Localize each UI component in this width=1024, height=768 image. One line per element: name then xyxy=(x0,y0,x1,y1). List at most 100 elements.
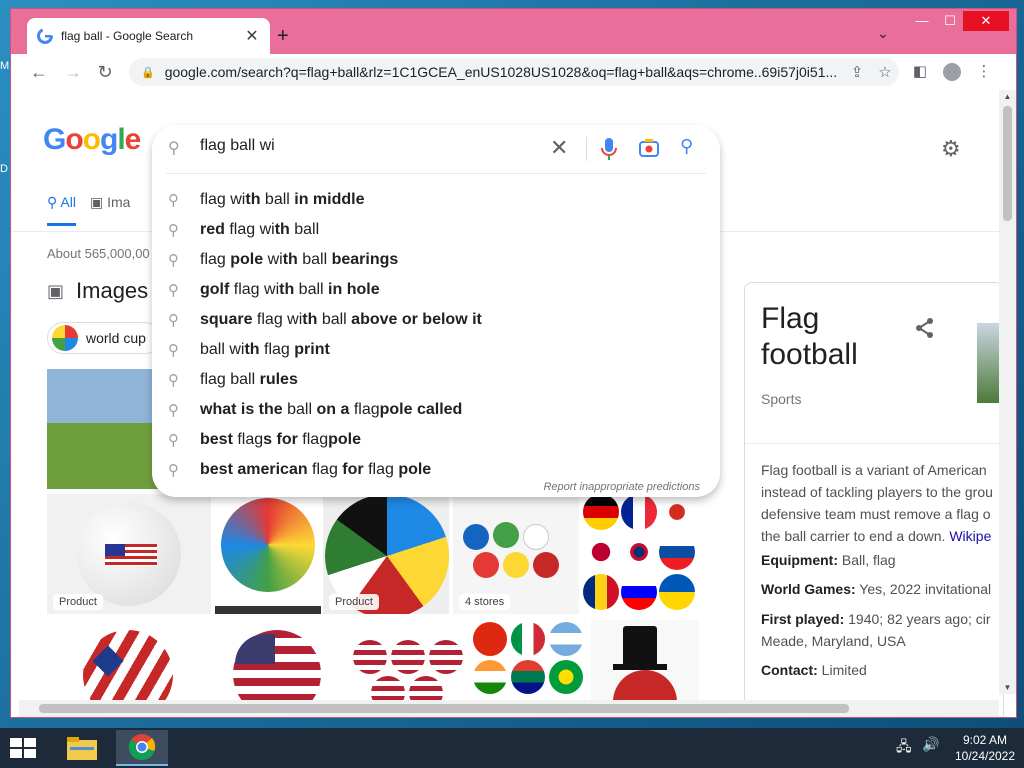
suggestion-item[interactable]: ⚲ square flag with ball above or below it xyxy=(152,305,720,335)
minimize-icon[interactable]: — xyxy=(907,11,937,31)
page-content: Google ⚙ ⚲ All ▣ Ima About 565,000,00 ▣ … xyxy=(11,90,1016,717)
suggestion-text: ball with flag print xyxy=(200,341,330,358)
kp-fact: Meade, Maryland, USA xyxy=(761,633,906,649)
back-arrow-icon[interactable]: ← xyxy=(27,60,51,84)
search-icon: ⚲ xyxy=(168,432,179,449)
search-icon: ⚲ xyxy=(168,222,179,239)
google-logo[interactable]: Google xyxy=(43,123,141,157)
kp-fact: World Games: Yes, 2022 invitational xyxy=(761,581,992,597)
result-stats: About 565,000,00 xyxy=(47,246,150,261)
suggestion-item[interactable]: ⚲ golf flag with ball in hole xyxy=(152,275,720,305)
suggestion-text: best flags for flagpole xyxy=(200,431,361,448)
suggestion-item[interactable]: ⚲ ball with flag print xyxy=(152,335,720,365)
search-icon: ⚲ xyxy=(168,140,180,157)
clear-icon[interactable]: ✕ xyxy=(550,135,568,161)
suggestion-item[interactable]: ⚲ what is the ball on a flagpole called xyxy=(152,395,720,425)
address-bar[interactable]: 🔒 google.com/search?q=flag+ball&rlz=1C1G… xyxy=(129,58,899,86)
knowledge-panel: Flag football Sports Flag football is a … xyxy=(744,282,1004,717)
suggestion-item[interactable]: ⚲ flag with ball in middle xyxy=(152,185,720,215)
image-result[interactable] xyxy=(471,620,589,700)
system-clock[interactable]: 9:02 AM 10/24/2022 xyxy=(950,732,1020,764)
menu-kebab-icon[interactable]: ⋮ xyxy=(972,60,996,84)
search-icon: ⚲ xyxy=(168,282,179,299)
image-result[interactable] xyxy=(215,494,321,614)
tab-search-chevron-icon[interactable]: ⌄ xyxy=(877,25,889,42)
close-tab-icon[interactable]: ✕ xyxy=(244,26,260,46)
url-text: google.com/search?q=flag+ball&rlz=1C1GCE… xyxy=(164,64,838,80)
settings-gear-icon[interactable]: ⚙ xyxy=(941,136,961,162)
reload-icon[interactable]: ↻ xyxy=(93,60,117,84)
search-autocomplete: ⚲ flag ball wi ✕ ⚲ ⚲ flag with ball in mi… xyxy=(152,125,720,497)
suggestion-text: best american flag for flag pole xyxy=(200,461,432,478)
report-predictions-link[interactable]: Report inappropriate predictions xyxy=(543,481,700,493)
search-nav-tabs: ⚲ All ▣ Ima xyxy=(47,194,130,226)
chrome-icon[interactable] xyxy=(116,730,168,766)
horizontal-scrollbar[interactable] xyxy=(19,700,999,717)
share-icon[interactable] xyxy=(915,317,935,345)
search-submit-icon[interactable]: ⚲ xyxy=(680,136,693,157)
image-result[interactable]: Product xyxy=(323,494,449,614)
share-icon[interactable]: ⇪ xyxy=(843,63,871,81)
tab-images[interactable]: ▣ Ima xyxy=(90,194,130,226)
search-icon: ⚲ xyxy=(168,402,179,419)
image-result[interactable] xyxy=(591,620,699,700)
browser-window: flag ball - Google Search ✕ + ⌄ — ☐ ✕ ← … xyxy=(10,8,1017,718)
suggestion-item[interactable]: ⚲ best flags for flagpole xyxy=(152,425,720,455)
suggestion-item[interactable]: ⚲ flag pole with ball bearings xyxy=(152,245,720,275)
vertical-scrollbar[interactable]: ▲ ▼ xyxy=(999,90,1016,694)
wikipedia-link[interactable]: Wikipe xyxy=(949,528,991,544)
divider xyxy=(586,137,587,161)
search-input[interactable]: flag ball wi xyxy=(200,137,275,155)
lock-icon: 🔒 xyxy=(141,66,155,79)
image-result[interactable] xyxy=(581,494,699,614)
kp-fact: Contact: Limited xyxy=(761,662,867,678)
suggestion-text: golf flag with ball in hole xyxy=(200,281,380,298)
new-tab-icon[interactable]: + xyxy=(277,25,289,48)
image-result[interactable] xyxy=(343,620,469,700)
desktop-edge-label: M xyxy=(0,60,10,72)
suggestion-item[interactable]: ⚲ red flag with ball xyxy=(152,215,720,245)
images-section-header: ▣ Images xyxy=(47,278,149,303)
search-icon: ⚲ xyxy=(168,252,179,269)
tab-bar: flag ball - Google Search ✕ + ⌄ — ☐ ✕ xyxy=(11,9,1016,54)
search-icon: ⚲ xyxy=(168,462,179,479)
divider xyxy=(166,173,706,174)
file-explorer-icon[interactable] xyxy=(56,730,108,766)
search-icon: ⚲ xyxy=(168,192,179,209)
camera-lens-icon[interactable] xyxy=(638,137,660,159)
volume-icon[interactable]: 🔊 xyxy=(922,736,939,753)
browser-toolbar: ← → ↻ 🔒 google.com/search?q=flag+ball&rl… xyxy=(11,54,1016,90)
image-icon: ▣ xyxy=(47,280,65,301)
product-badge: Product xyxy=(329,594,379,610)
image-result[interactable] xyxy=(47,620,211,700)
filter-chip[interactable]: world cup xyxy=(47,322,161,354)
stores-badge: 4 stores xyxy=(459,594,511,610)
image-result[interactable]: 4 stores xyxy=(453,494,579,614)
suggestion-text: flag with ball in middle xyxy=(200,191,365,208)
forward-arrow-icon[interactable]: → xyxy=(61,60,85,84)
browser-tab[interactable]: flag ball - Google Search ✕ xyxy=(27,18,270,54)
image-result[interactable] xyxy=(215,620,341,700)
suggestion-text: what is the ball on a flagpole called xyxy=(200,401,463,418)
network-icon[interactable]: 🖧 xyxy=(896,736,912,760)
taskbar: 🖧 🔊 9:02 AM 10/24/2022 xyxy=(0,728,1024,768)
search-icon: ⚲ xyxy=(168,342,179,359)
suggestion-text: red flag with ball xyxy=(200,221,320,238)
windows-start-icon[interactable] xyxy=(8,736,38,760)
maximize-icon[interactable]: ☐ xyxy=(935,11,965,31)
side-panel-icon[interactable]: ◧ xyxy=(908,60,932,84)
suggestion-text: flag pole with ball bearings xyxy=(200,251,399,268)
close-window-icon[interactable]: ✕ xyxy=(963,11,1009,31)
profile-avatar-icon[interactable] xyxy=(940,60,964,84)
kp-fact: Equipment: Ball, flag xyxy=(761,552,896,568)
tab-title: flag ball - Google Search xyxy=(61,29,194,43)
chip-thumbnail xyxy=(52,325,78,351)
tab-all[interactable]: ⚲ All xyxy=(47,194,76,226)
kp-subtitle: Sports xyxy=(761,391,802,407)
image-result[interactable]: Product xyxy=(47,494,211,614)
suggestion-item[interactable]: ⚲ flag ball rules xyxy=(152,365,720,395)
bookmark-star-icon[interactable]: ☆ xyxy=(871,63,899,81)
microphone-icon[interactable] xyxy=(598,135,620,163)
desktop-edge-label: D xyxy=(0,163,8,175)
product-badge: Product xyxy=(53,594,103,610)
